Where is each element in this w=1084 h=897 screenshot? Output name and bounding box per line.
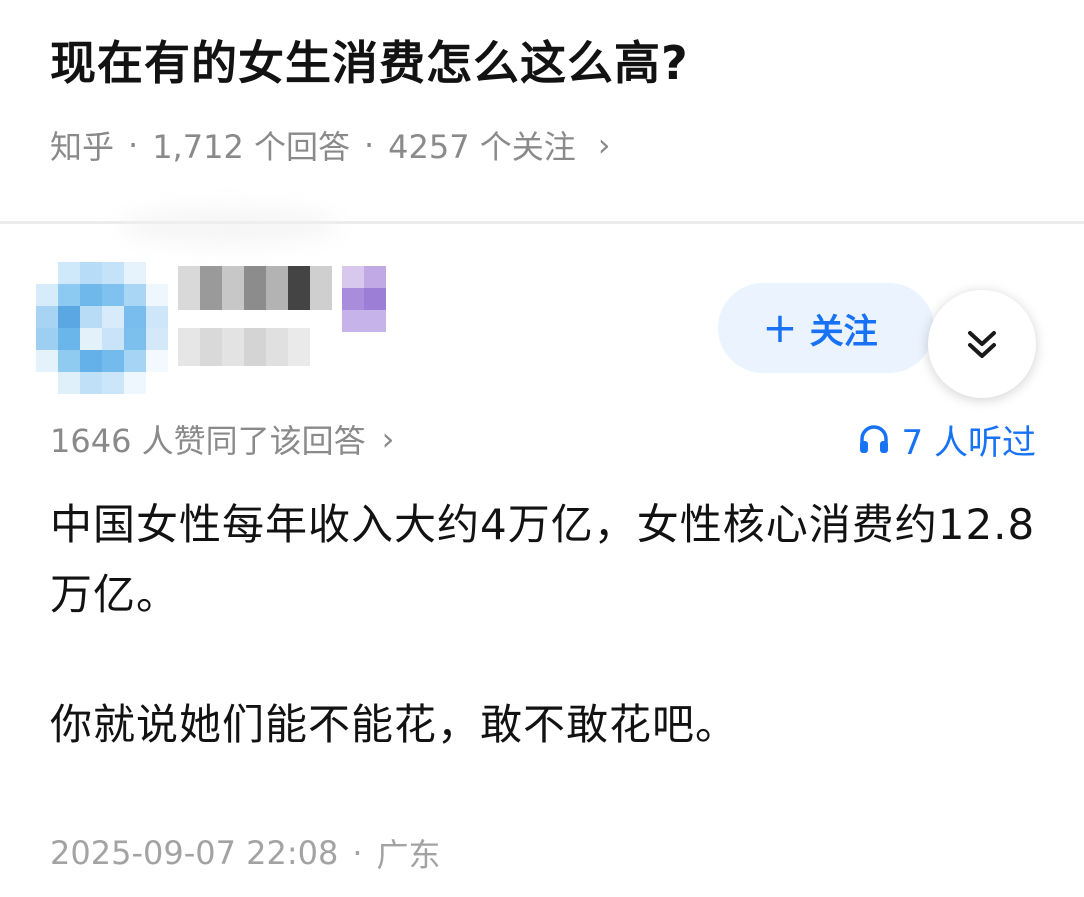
meta-separator: · [352, 834, 363, 872]
answer-date: 2025-09-07 22:08 [50, 834, 339, 872]
decorative-fade [120, 206, 340, 246]
meta-separator: · [363, 126, 375, 164]
chevron-right-icon: › [597, 126, 611, 164]
avatar[interactable] [36, 262, 168, 394]
author-name-redacted[interactable] [178, 266, 398, 366]
answer-paragraph: 你就说她们能不能花，敢不敢花吧。 [50, 700, 739, 749]
source-label: 知乎 [50, 128, 115, 166]
answer-paragraph: 中国女性每年收入大约4万亿，女性核心消费约12.8万亿。 [50, 500, 1036, 619]
chevron-right-icon: › [381, 420, 395, 458]
question-meta[interactable]: 知乎 · 1,712 个回答 · 4257 个关注 › [50, 120, 611, 170]
listen-count[interactable]: 7 人听过 [856, 414, 1036, 464]
double-chevron-down-icon [968, 331, 996, 358]
followers-count: 4257 个关注 [388, 128, 576, 166]
answers-count: 1,712 个回答 [152, 128, 350, 166]
vote-summary[interactable]: 1646 人赞同了该回答 › [50, 414, 394, 464]
headphones-icon [859, 425, 888, 453]
answer-location: 广东 [376, 836, 441, 874]
meta-separator: · [128, 126, 139, 164]
question-title[interactable]: 现在有的女生消费怎么这么高? [50, 30, 689, 96]
listen-text: 7 人听过 [901, 422, 1036, 463]
follow-button[interactable]: + 关注 [718, 283, 934, 373]
follow-label: 关注 [809, 311, 878, 352]
answer-footer-meta: 2025-09-07 22:08 · 广东 [50, 828, 441, 878]
expand-button[interactable] [928, 290, 1036, 398]
plus-icon: + [762, 303, 798, 352]
votes-text: 1646 人赞同了该回答 [50, 422, 366, 460]
